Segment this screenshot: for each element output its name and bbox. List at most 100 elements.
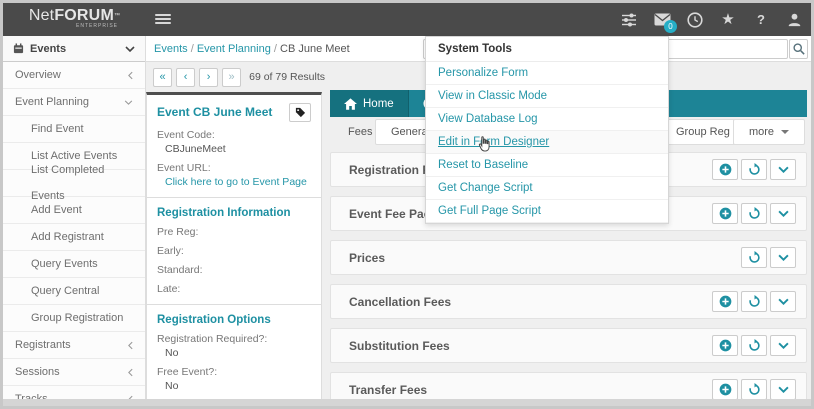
menu-item-view-database-log[interactable]: View Database Log (426, 108, 668, 131)
sidebar-item-group-registration[interactable]: Group Registration (3, 305, 145, 332)
collapse-button[interactable] (770, 203, 796, 224)
sidebar-item-add-registrant[interactable]: Add Registrant (3, 224, 145, 251)
standard-label: Standard: (157, 264, 203, 276)
system-tools-menu-header: System Tools (426, 37, 668, 62)
user-profile-icon[interactable] (785, 11, 803, 29)
menu-item-get-full-page-script[interactable]: Get Full Page Script (426, 200, 668, 223)
add-row-button[interactable] (712, 335, 738, 356)
collapse-button[interactable] (770, 291, 796, 312)
sliders-settings-icon[interactable] (620, 11, 638, 29)
sidebar-nav: Events Overview Event Planning Find Even… (3, 36, 146, 399)
sidebar-item-tracks[interactable]: Tracks (3, 386, 145, 399)
refresh-button[interactable] (741, 379, 767, 399)
tag-button[interactable] (289, 103, 311, 122)
plus-circle-icon (719, 339, 731, 352)
sidebar-item-label: Add Registrant (31, 231, 104, 243)
free-event-label: Free Event?: (157, 366, 218, 378)
hamburger-menu-icon[interactable] (155, 12, 171, 26)
early-label: Early: (157, 245, 184, 257)
sidebar-item-query-central[interactable]: Query Central (3, 278, 145, 305)
section-cancellation-fees: Cancellation Fees (330, 284, 807, 319)
menu-item-view-in-classic-mode[interactable]: View in Classic Mode (426, 85, 668, 108)
breadcrumb-link-events[interactable]: Events (154, 43, 188, 55)
home-button[interactable]: Home (330, 90, 409, 117)
favorites-star-icon[interactable]: ★ (719, 11, 737, 29)
magnifier-icon (792, 43, 805, 55)
collapse-button[interactable] (770, 335, 796, 356)
chevron-down-icon (125, 45, 135, 52)
messages-mail-icon[interactable]: 0 (653, 11, 677, 33)
section-prices: Prices (330, 240, 807, 275)
add-row-button[interactable] (712, 203, 738, 224)
sidebar-module-selector[interactable]: Events (3, 36, 145, 62)
history-clock-icon[interactable] (686, 11, 704, 29)
plus-circle-icon (719, 207, 731, 220)
sidebar-item-label: Group Registration (31, 312, 124, 324)
sidebar-item-find-event[interactable]: Find Event (3, 116, 145, 143)
registration-required-value: No (165, 347, 179, 359)
sidebar-item-list-completed-events[interactable]: List Completed Events (3, 164, 145, 202)
search-button[interactable] (789, 39, 808, 59)
menu-item-personalize-form[interactable]: Personalize Form (426, 62, 668, 85)
section-substitution-fees: Substitution Fees (330, 328, 807, 363)
refresh-button[interactable] (741, 159, 767, 180)
chevron-down-icon (777, 254, 789, 261)
pagination-next-button[interactable]: › (199, 67, 219, 87)
add-row-button[interactable] (712, 379, 738, 399)
breadcrumb-link-event-planning[interactable]: Event Planning (197, 43, 271, 55)
sidebar-item-label: Query Central (31, 285, 100, 297)
event-page-link[interactable]: Click here to go to Event Page (157, 176, 311, 188)
refresh-button[interactable] (741, 335, 767, 356)
sidebar-item-registrants[interactable]: Registrants (3, 332, 145, 359)
event-code-value: CBJuneMeet (165, 143, 226, 155)
sidebar-item-label: Query Events (31, 258, 98, 270)
logo-text-light: Net (28, 7, 55, 24)
sidebar-item-label: Event Planning (15, 96, 89, 108)
logo-text-bold: FORUM (54, 7, 114, 24)
home-button-label: Home (363, 97, 394, 110)
sidebar-item-label: Find Event (31, 123, 84, 135)
bottom-scrollbar-track[interactable] (3, 399, 811, 406)
collapse-button[interactable] (770, 247, 796, 268)
menu-item-reset-to-baseline[interactable]: Reset to Baseline (426, 154, 668, 177)
chevron-down-icon (777, 298, 789, 305)
pagination-last-button[interactable]: » (222, 67, 242, 87)
add-row-button[interactable] (712, 159, 738, 180)
pagination-first-button[interactable]: « (153, 67, 173, 87)
plus-circle-icon (719, 163, 731, 176)
sidebar-item-add-event[interactable]: Add Event (3, 197, 145, 224)
netforum-app-window: NetFORUM™ ENTERPRISE 0 ★ ? Events / Even… (0, 0, 814, 409)
refresh-button[interactable] (741, 247, 767, 268)
home-icon (344, 97, 357, 110)
refresh-icon (748, 251, 760, 263)
breadcrumb: Events / Event Planning / CB June Meet (154, 36, 350, 62)
collapse-button[interactable] (770, 159, 796, 180)
event-record-title[interactable]: Event CB June Meet (157, 103, 289, 119)
add-row-button[interactable] (712, 291, 738, 312)
hand-pointer-cursor (478, 136, 490, 152)
event-record-panel: Event CB June Meet Event Code: CBJuneMee… (146, 92, 322, 406)
pagination-results-count: 69 of 79 Results (249, 71, 326, 83)
breadcrumb-separator: / (190, 43, 194, 55)
menu-item-get-change-script[interactable]: Get Change Script (426, 177, 668, 200)
collapse-button[interactable] (770, 379, 796, 399)
sidebar-item-label: Overview (15, 69, 61, 81)
section-title: Substitution Fees (349, 338, 450, 353)
sidebar-item-sessions[interactable]: Sessions (3, 359, 145, 386)
plus-circle-icon (719, 383, 731, 396)
refresh-button[interactable] (741, 291, 767, 312)
refresh-button[interactable] (741, 203, 767, 224)
netforum-logo: NetFORUM™ ENTERPRISE (3, 3, 146, 36)
sidebar-item-overview[interactable]: Overview (3, 62, 145, 89)
help-icon[interactable]: ? (752, 11, 770, 29)
sidebar-item-event-planning[interactable]: Event Planning (3, 89, 145, 116)
logo-trademark: ™ (113, 13, 121, 19)
pagination-prev-button[interactable]: ‹ (176, 67, 196, 87)
tab-more-dropdown[interactable]: more (732, 119, 805, 145)
chevron-left-icon (128, 368, 133, 376)
menu-item-edit-in-form-designer[interactable]: Edit in Form Designer (426, 131, 668, 154)
sidebar-item-query-events[interactable]: Query Events (3, 251, 145, 278)
pre-reg-label: Pre Reg: (157, 226, 199, 238)
sidebar-item-label: Add Event (31, 204, 82, 216)
tag-icon (295, 107, 305, 118)
